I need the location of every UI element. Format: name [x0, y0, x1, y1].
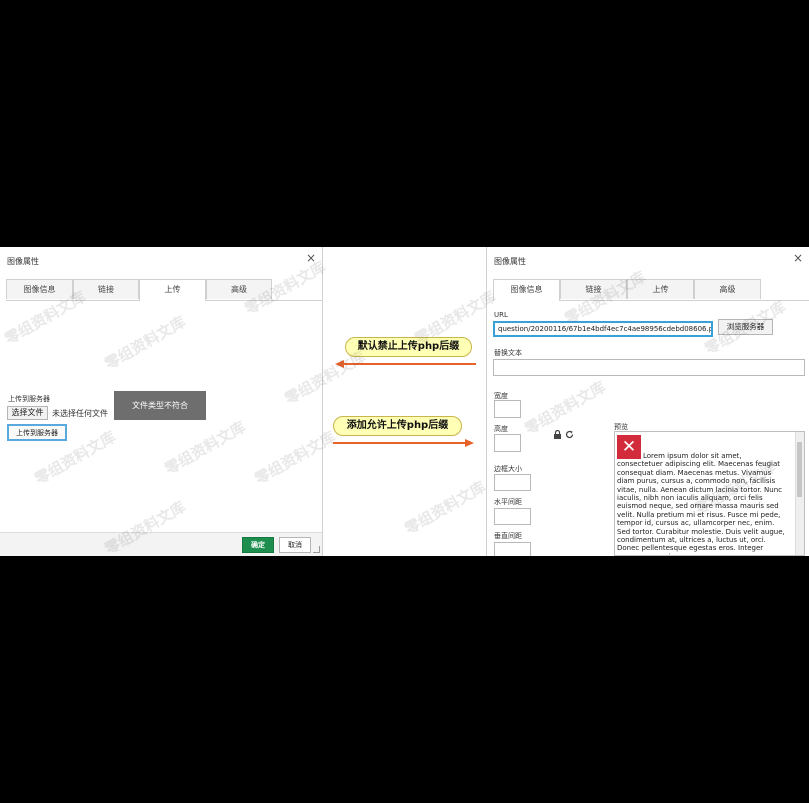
file-type-error-tooltip: 文件类型不符合: [114, 391, 206, 420]
right-image-properties-dialog: 图像属性 × 图像信息 链接 上传 高级 URL question/202001…: [486, 247, 809, 556]
choose-file-button[interactable]: 选择文件: [7, 406, 48, 420]
annotation-area: 默认禁止上传php后缀 添加允许上传php后缀: [323, 247, 486, 556]
upload-to-server-button[interactable]: 上传到服务器: [7, 424, 67, 441]
callout-default-block-php: 默认禁止上传php后缀: [345, 337, 472, 357]
arrow-right-line: [333, 442, 466, 444]
screenshot-strip: 图像属性 × 图像信息 链接 上传 高级 上传到服务器 选择文件 未选择任何文件…: [0, 247, 809, 556]
dialog-title: 图像属性: [494, 257, 526, 266]
arrow-right-icon: [465, 439, 474, 447]
border-size-input[interactable]: [494, 474, 531, 491]
tab-upload[interactable]: 上传: [627, 279, 694, 299]
height-label: 高度: [494, 425, 508, 433]
left-image-properties-dialog: 图像属性 × 图像信息 链接 上传 高级 上传到服务器 选择文件 未选择任何文件…: [0, 247, 323, 556]
height-input[interactable]: [494, 434, 521, 452]
ok-button[interactable]: 确定: [242, 537, 274, 553]
reset-size-icon[interactable]: [565, 424, 574, 439]
arrow-left-icon: [335, 360, 344, 368]
preview-box: ✕ Lorem ipsum dolor sit amet, consectetu…: [614, 431, 805, 556]
hspace-input[interactable]: [494, 508, 531, 525]
border-size-label: 边框大小: [494, 465, 522, 473]
tab-advanced[interactable]: 高级: [206, 279, 272, 299]
upload-to-server-label: 上传到服务器: [8, 395, 50, 403]
url-label: URL: [494, 311, 508, 319]
vspace-label: 垂直间距: [494, 532, 522, 540]
callout-allow-php: 添加允许上传php后缀: [333, 416, 462, 436]
tab-bar: 图像信息 链接 上传 高级: [493, 279, 809, 301]
tab-bar: 图像信息 链接 上传 高级: [6, 279, 322, 301]
tab-image-info[interactable]: 图像信息: [493, 279, 560, 301]
close-icon[interactable]: ×: [306, 251, 316, 265]
alt-text-label: 替换文本: [494, 349, 522, 357]
cancel-button[interactable]: 取消: [279, 537, 311, 553]
lock-ratio-icon[interactable]: [553, 424, 562, 439]
preview-scrollbar[interactable]: [795, 432, 804, 555]
scrollbar-thumb[interactable]: [797, 442, 802, 497]
browse-server-button[interactable]: 浏览服务器: [718, 319, 773, 335]
dialog-title: 图像属性: [7, 257, 39, 266]
resize-handle[interactable]: [313, 546, 320, 553]
tab-image-info[interactable]: 图像信息: [6, 279, 73, 299]
close-icon[interactable]: ×: [793, 251, 803, 265]
url-input[interactable]: question/20200116/67b1e4bdf4ec7c4ae98956…: [493, 321, 713, 337]
tab-advanced[interactable]: 高级: [694, 279, 761, 299]
tab-link[interactable]: 链接: [560, 279, 627, 299]
hspace-label: 水平间距: [494, 498, 522, 506]
arrow-left-line: [343, 363, 476, 365]
tab-link[interactable]: 链接: [73, 279, 139, 299]
width-input[interactable]: [494, 400, 521, 418]
no-file-chosen-text: 未选择任何文件: [52, 409, 108, 418]
alt-text-input[interactable]: [493, 359, 805, 376]
tab-upload[interactable]: 上传: [139, 279, 206, 301]
preview-text: Lorem ipsum dolor sit amet, consectetuer…: [617, 452, 785, 555]
vspace-input[interactable]: [494, 542, 531, 556]
